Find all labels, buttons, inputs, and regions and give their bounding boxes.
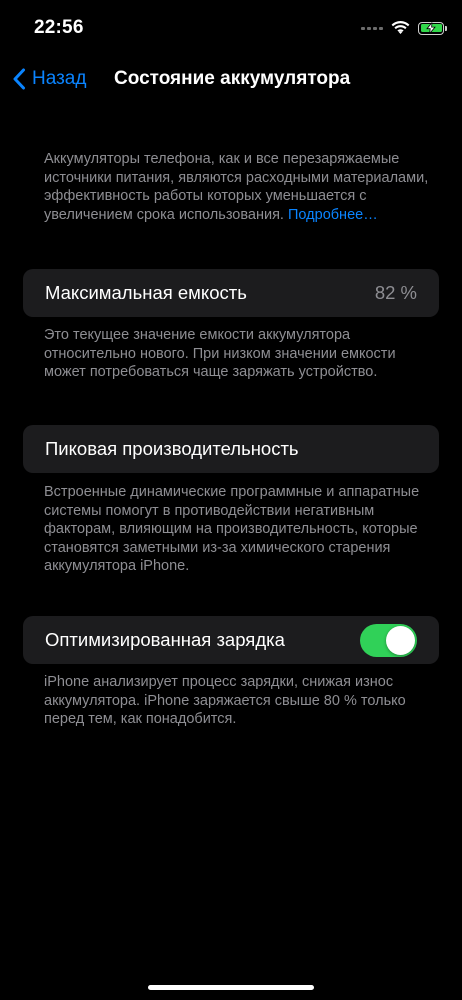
learn-more-link[interactable]: Подробнее… bbox=[288, 207, 378, 223]
back-label: Назад bbox=[32, 68, 87, 89]
peak-performance-footer: Встроенные динамические программные и ап… bbox=[44, 484, 420, 574]
max-capacity-value: 82 % bbox=[374, 282, 417, 303]
battery-charging-icon bbox=[418, 21, 447, 35]
peak-performance-cell: Пиковая производительность bbox=[23, 425, 439, 473]
home-indicator[interactable] bbox=[148, 985, 314, 990]
back-button[interactable]: Назад bbox=[12, 64, 86, 94]
optimized-charging-footer: iPhone анализирует процесс зарядки, сниж… bbox=[44, 674, 406, 727]
charging-bolt-icon bbox=[426, 22, 436, 34]
max-capacity-cell: Максимальная емкость 82 % bbox=[23, 269, 439, 317]
max-capacity-label: Максимальная емкость bbox=[45, 282, 247, 303]
wifi-icon bbox=[391, 21, 410, 34]
status-time: 22:56 bbox=[34, 17, 84, 38]
peak-performance-label: Пиковая производительность bbox=[45, 438, 299, 459]
status-icons bbox=[361, 18, 447, 38]
cellular-signal-icon bbox=[361, 26, 383, 30]
optimized-charging-toggle[interactable] bbox=[360, 624, 417, 657]
optimized-charging-cell: Оптимизированная зарядка bbox=[23, 616, 439, 664]
max-capacity-footer: Это текущее значение емкости аккумулятор… bbox=[44, 327, 396, 380]
toggle-knob bbox=[386, 626, 415, 655]
page-title: Состояние аккумулятора bbox=[114, 68, 351, 89]
chevron-left-icon bbox=[13, 68, 25, 90]
navigation-bar: Назад Состояние аккумулятора bbox=[0, 56, 462, 102]
status-bar: 22:56 bbox=[0, 0, 462, 56]
intro-description: Аккумуляторы телефона, как и все перезар… bbox=[44, 150, 429, 224]
optimized-charging-label: Оптимизированная зарядка bbox=[45, 629, 285, 650]
